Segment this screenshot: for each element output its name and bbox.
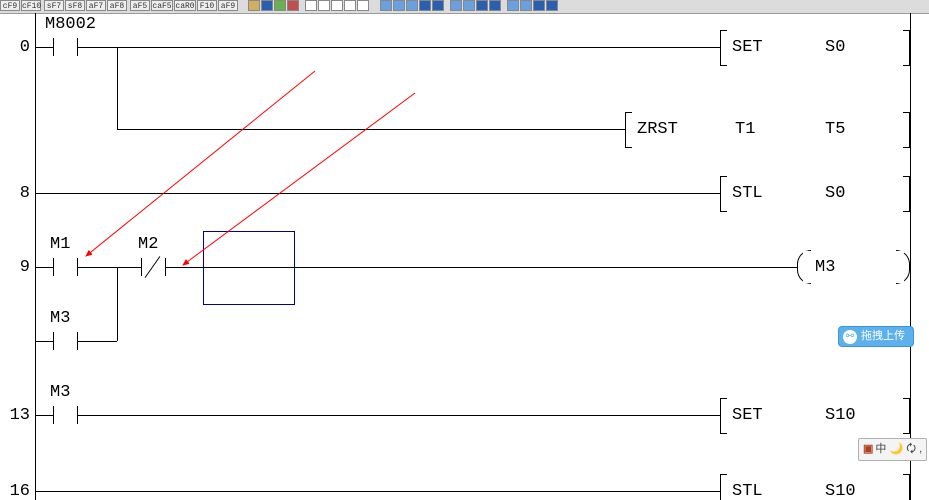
wire (35, 47, 720, 48)
tb-icon[interactable] (261, 0, 273, 11)
instr-name: STL (732, 184, 763, 203)
tb-icon[interactable] (274, 0, 286, 11)
contact-label: M2 (138, 235, 158, 254)
output-stl-s0[interactable]: STL S0 (720, 176, 910, 210)
tb-caR0[interactable]: caR0 (174, 0, 196, 11)
left-bus-bar (35, 13, 36, 500)
tb-icon[interactable] (357, 0, 369, 11)
tb-aF7[interactable]: aF7 (86, 0, 106, 11)
step-number: 13 (0, 406, 30, 425)
instr-arg: S10 (825, 482, 856, 500)
tb-icon[interactable] (248, 0, 260, 11)
tb-cF10[interactable]: cF10 (21, 0, 41, 11)
wire (117, 267, 118, 341)
arrow-icon (86, 71, 315, 256)
tb-icon[interactable] (318, 0, 330, 11)
tb-icon[interactable] (520, 0, 532, 11)
instr-name: ZRST (637, 120, 678, 139)
tb-icon[interactable] (331, 0, 343, 11)
instr-arg: S0 (825, 184, 845, 203)
contact-label: M1 (50, 235, 70, 254)
tb-icon[interactable] (393, 0, 405, 11)
wire (117, 129, 625, 130)
output-stl-s10[interactable]: STL S10 (720, 474, 910, 500)
contact-M2-nc[interactable] (131, 254, 175, 280)
wire (35, 415, 720, 416)
contact-label: M8002 (45, 15, 96, 34)
tb-icon[interactable] (406, 0, 418, 11)
coil-label: M3 (815, 258, 835, 277)
instr-name: SET (732, 406, 763, 425)
instr-name: STL (732, 482, 763, 500)
output-set-s10[interactable]: SET S10 (720, 398, 910, 432)
tb-cF9[interactable]: cF9 (0, 0, 20, 11)
step-number: 9 (0, 258, 30, 277)
contact-M8002[interactable] (43, 34, 87, 60)
wire (117, 47, 118, 129)
ladder-canvas[interactable]: 0 M8002 SET S0 ZRST T1 T5 8 STL S0 (0, 13, 929, 500)
tb-F10[interactable]: F10 (197, 0, 217, 11)
tb-icon[interactable] (344, 0, 356, 11)
tb-icon[interactable] (507, 0, 519, 11)
tb-aF8[interactable]: aF8 (107, 0, 127, 11)
step-number: 0 (0, 38, 30, 57)
tb-caF5[interactable]: caF5 (151, 0, 173, 11)
wire (35, 193, 720, 194)
tb-icon[interactable] (533, 0, 545, 11)
tb-sF7[interactable]: sF7 (44, 0, 64, 11)
tb-icon[interactable] (476, 0, 488, 11)
output-zrst[interactable]: ZRST T1 T5 (625, 112, 910, 146)
tb-sF8[interactable]: sF8 (65, 0, 85, 11)
tb-aF5[interactable]: aF5 (130, 0, 150, 11)
contact-M3[interactable] (43, 402, 87, 428)
link-icon: ⚯ (843, 330, 857, 344)
wire (35, 491, 720, 492)
output-set-s0[interactable]: SET S0 (720, 30, 910, 64)
tb-icon[interactable] (450, 0, 462, 11)
app-viewport: cF9 cF10 sF7 sF8 aF7 aF8 aF5 caF5 caR0 F… (0, 0, 929, 500)
contact-M1[interactable] (43, 254, 87, 280)
tb-icon[interactable] (305, 0, 317, 11)
instr-arg: S10 (825, 406, 856, 425)
contact-label: M3 (50, 309, 70, 328)
toolbar: cF9 cF10 sF7 sF8 aF7 aF8 aF5 caF5 caR0 F… (0, 0, 929, 14)
upload-label: 拖拽上传 (861, 330, 905, 342)
tb-icon[interactable] (463, 0, 475, 11)
tb-icon[interactable] (546, 0, 558, 11)
step-number: 16 (0, 482, 30, 500)
ime-toolbar[interactable]: ▣中 🌙 🗘 , (858, 438, 927, 461)
instr-arg: T1 (735, 120, 755, 139)
right-bus-bar (910, 13, 911, 500)
instr-arg: S0 (825, 38, 845, 57)
tb-aF9[interactable]: aF9 (218, 0, 238, 11)
upload-pill[interactable]: ⚯ 拖拽上传 (838, 326, 914, 347)
tb-icon[interactable] (380, 0, 392, 11)
tb-icon[interactable] (419, 0, 431, 11)
instr-name: SET (732, 38, 763, 57)
tb-icon[interactable] (432, 0, 444, 11)
coil-m3[interactable]: M3 (797, 250, 910, 284)
contact-M3[interactable] (43, 328, 87, 354)
ladder-cursor[interactable] (203, 231, 295, 305)
tb-icon[interactable] (489, 0, 501, 11)
ime-icon: ▣ (863, 443, 873, 455)
instr-arg: T5 (825, 120, 845, 139)
ime-label: 中 🌙 🗘 , (875, 443, 922, 455)
contact-label: M3 (50, 383, 70, 402)
step-number: 8 (0, 184, 30, 203)
tb-icon[interactable] (287, 0, 299, 11)
